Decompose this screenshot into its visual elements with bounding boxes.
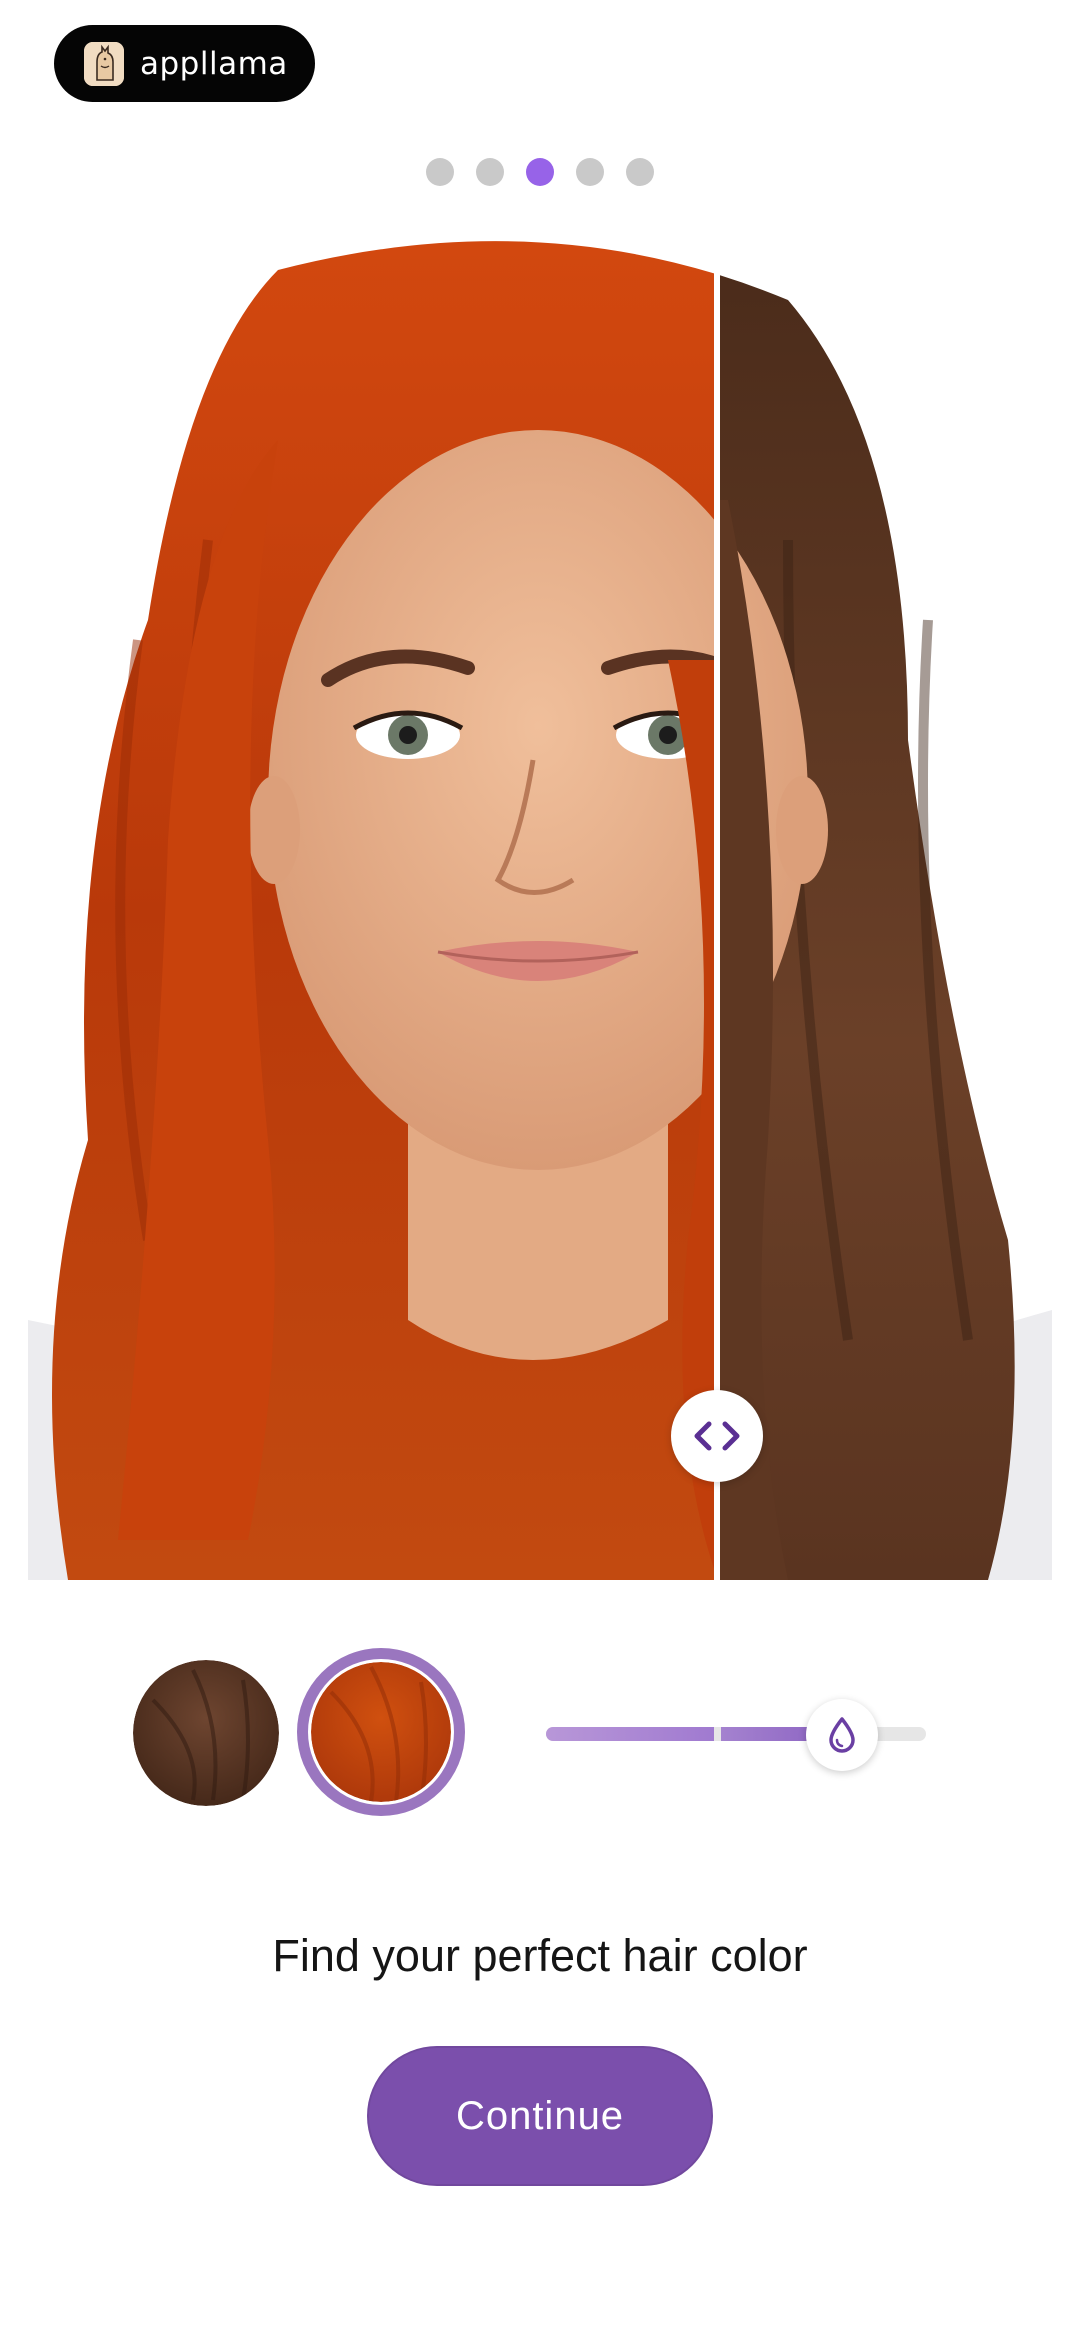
comparison-handle[interactable] bbox=[671, 1390, 763, 1482]
page-dot-1[interactable] bbox=[426, 158, 454, 186]
swatch-copper-red-selected[interactable] bbox=[297, 1648, 465, 1816]
slider-fill bbox=[546, 1727, 714, 1741]
brand-badge: appllama bbox=[54, 25, 315, 102]
swatch-copper-red bbox=[311, 1662, 451, 1802]
page-dot-2[interactable] bbox=[476, 158, 504, 186]
before-after-photo[interactable] bbox=[28, 240, 1052, 1580]
portrait-illustration bbox=[28, 241, 1052, 1580]
chevrons-left-right-icon bbox=[694, 1421, 740, 1451]
droplet-icon bbox=[829, 1717, 855, 1753]
slider-thumb[interactable] bbox=[806, 1699, 878, 1771]
page-indicator bbox=[0, 158, 1080, 188]
swatch-selection-ring bbox=[308, 1659, 454, 1805]
page-dot-3-active[interactable] bbox=[526, 158, 554, 186]
swatch-brown[interactable] bbox=[133, 1660, 279, 1806]
onboarding-screen: appllama Find your perfect hair color Co… bbox=[0, 0, 1080, 2336]
llama-icon bbox=[84, 41, 124, 86]
continue-button[interactable]: Continue bbox=[367, 2046, 713, 2186]
color-intensity-slider[interactable] bbox=[546, 1699, 926, 1771]
page-dot-5[interactable] bbox=[626, 158, 654, 186]
headline: Find your perfect hair color bbox=[272, 1930, 808, 1981]
brand-name: appllama bbox=[140, 45, 288, 82]
page-dot-4[interactable] bbox=[576, 158, 604, 186]
